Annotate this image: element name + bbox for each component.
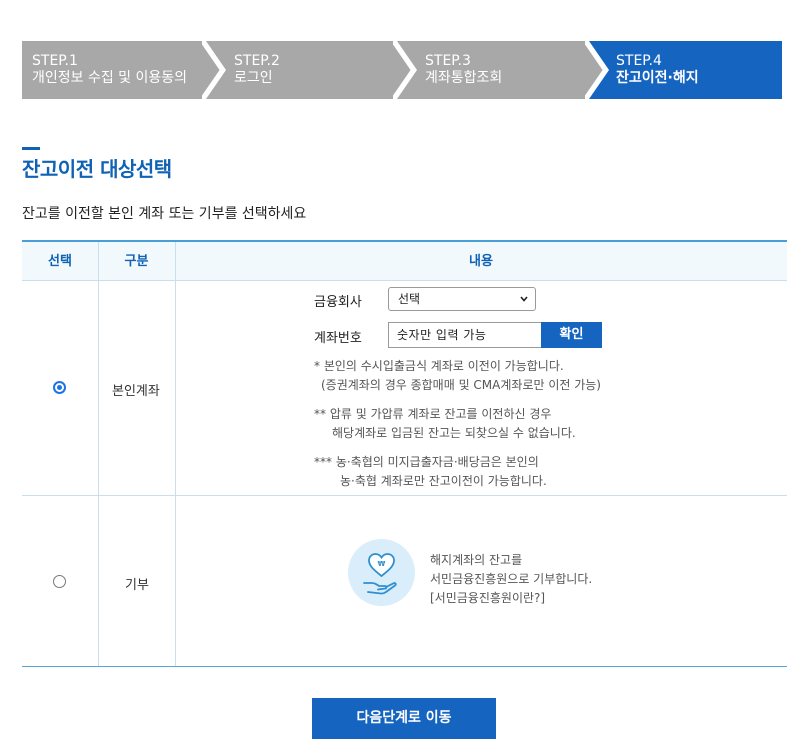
company-select-value: 선택	[398, 292, 421, 306]
table-header: 선택 구분 내용	[22, 240, 787, 281]
col-divider	[175, 242, 176, 667]
table-bottom-border	[22, 666, 787, 667]
svg-text:₩: ₩	[378, 560, 386, 568]
header-select: 선택	[48, 254, 72, 269]
note-1-line-2: (증권계좌의 경우 종합매매 및 CMA계좌로만 이전 가능)	[321, 378, 601, 392]
step-4-label: 잔고이전·해지	[616, 70, 699, 86]
note-2-line-2: 해당계좌로 입금된 잔고는 되찾으실 수 없습니다.	[332, 426, 576, 440]
step-3: STEP.3 계좌통합조회	[393, 41, 606, 99]
chevron-down-icon	[520, 296, 528, 302]
note-1-line-1: * 본인의 수시입출금식 계좌로 이전이 가능합니다.	[314, 359, 564, 373]
donation-info-link[interactable]: [서민금융진흥원이란?]	[430, 589, 592, 608]
step-2: STEP.2 로그인	[202, 41, 413, 99]
donation-line-1: 해지계좌의 잔고를	[430, 553, 523, 567]
next-step-button[interactable]: 다음단계로 이동	[312, 698, 496, 739]
col-divider	[98, 242, 99, 667]
title-accent-bar	[22, 147, 40, 150]
header-content: 내용	[469, 254, 493, 269]
own-account-radio[interactable]	[53, 381, 66, 394]
row-category-donation: 기부	[125, 578, 149, 593]
note-3: *** 농·축협의 미지급출자금·배당금은 본인의 농·축협 계좌로만 잔고이전…	[314, 453, 547, 491]
note-3-line-2: 농·축협 계좌로만 잔고이전이 가능합니다.	[340, 474, 547, 488]
step-1-number: STEP.1	[32, 53, 78, 69]
donation-icon-circle: ₩	[348, 539, 415, 606]
row-category-own-account: 본인계좌	[112, 384, 160, 399]
page-title: 잔고이전 대상선택	[22, 157, 172, 181]
note-2: ** 압류 및 가압류 계좌로 잔고를 이전하신 경우 해당계좌로 입금된 잔고…	[314, 405, 576, 443]
donation-description: 해지계좌의 잔고를 서민금융진흥원으로 기부합니다. [서민금융진흥원이란?]	[430, 551, 592, 608]
row-divider	[22, 495, 787, 496]
header-category: 구분	[124, 254, 149, 269]
company-label: 금융회사	[314, 295, 362, 310]
donation-line-2: 서민금융진흥원으로 기부합니다.	[430, 572, 593, 586]
step-2-number: STEP.2	[234, 53, 280, 69]
step-4: STEP.4 잔고이전·해지	[585, 41, 782, 99]
step-1-label: 개인정보 수집 및 이용동의	[32, 70, 188, 86]
confirm-button[interactable]: 확인	[541, 322, 602, 348]
note-3-line-1: *** 농·축협의 미지급출자금·배당금은 본인의	[314, 455, 539, 469]
step-3-number: STEP.3	[425, 53, 471, 69]
note-2-line-1: ** 압류 및 가압류 계좌로 잔고를 이전하신 경우	[314, 407, 552, 421]
step-1: STEP.1 개인정보 수집 및 이용동의	[22, 41, 222, 99]
step-progress: STEP.1 개인정보 수집 및 이용동의 STEP.2 로그인 STEP.3 계좌통…	[22, 41, 782, 99]
step-3-label: 계좌통합조회	[425, 70, 503, 86]
donation-heart-hand-icon: ₩	[363, 553, 397, 595]
account-number-input[interactable]: 숫자만 입력 가능	[388, 322, 541, 348]
account-label: 계좌번호	[314, 331, 362, 346]
step-4-number: STEP.4	[616, 53, 662, 69]
donation-radio[interactable]	[53, 575, 66, 588]
note-1: * 본인의 수시입출금식 계좌로 이전이 가능합니다. (증권계좌의 경우 종합…	[314, 357, 601, 395]
account-number-placeholder: 숫자만 입력 가능	[397, 328, 487, 342]
company-select[interactable]: 선택	[388, 287, 536, 311]
step-2-label: 로그인	[234, 70, 273, 86]
page-subtitle: 잔고를 이전할 본인 계좌 또는 기부를 선택하세요	[22, 206, 307, 222]
